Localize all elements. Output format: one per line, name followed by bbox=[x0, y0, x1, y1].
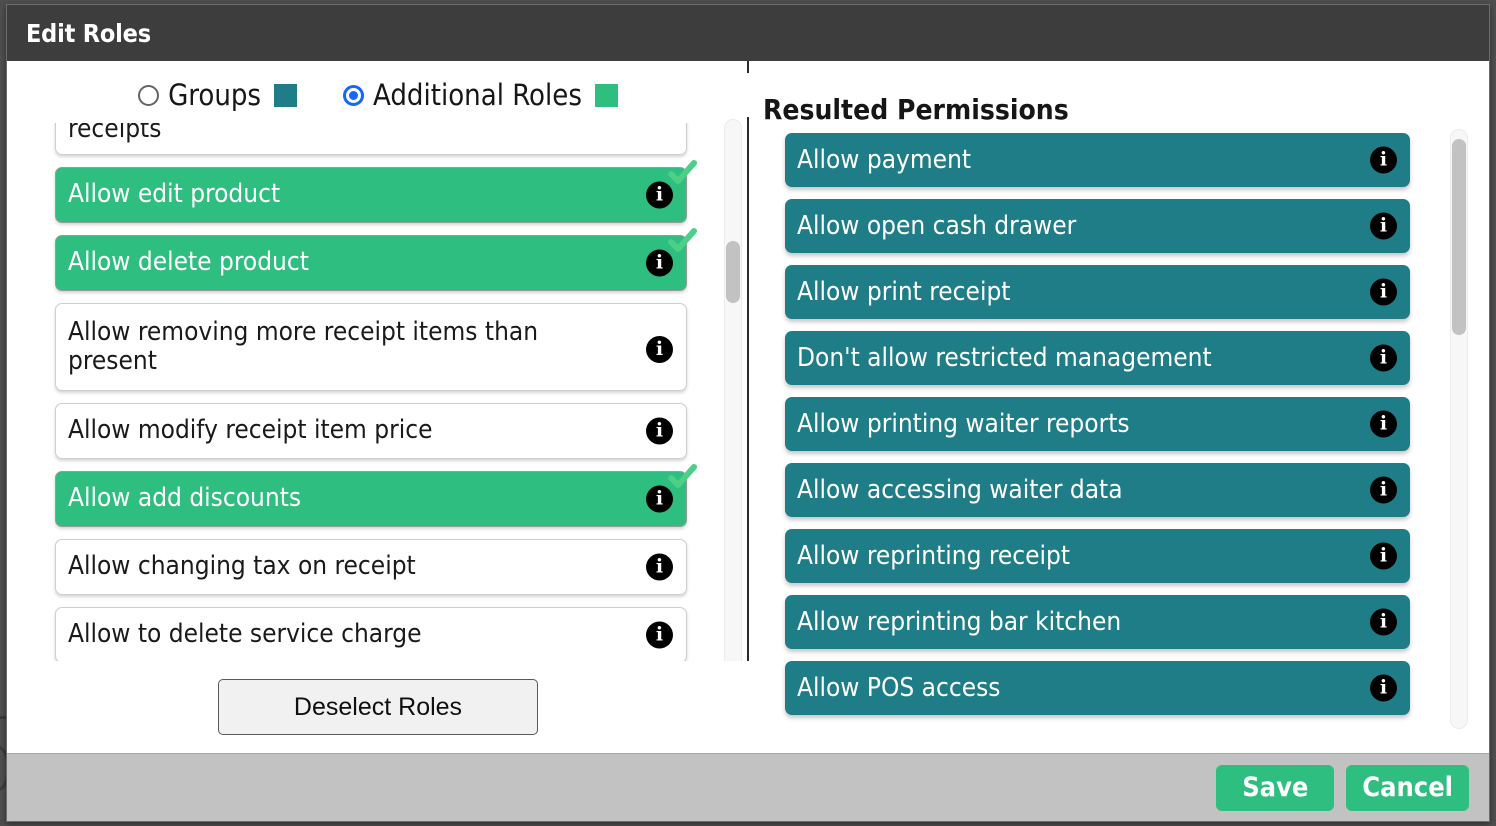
role-item[interactable]: receipts bbox=[55, 123, 687, 155]
info-icon[interactable]: i bbox=[646, 417, 673, 445]
additional-roles-color-swatch bbox=[594, 83, 618, 107]
role-item[interactable]: Allow delete product i bbox=[55, 228, 697, 291]
permission-item[interactable]: Allow print receipt i bbox=[785, 265, 1410, 319]
info-icon[interactable]: i bbox=[646, 485, 673, 513]
permission-item[interactable]: Allow printing waiter reports i bbox=[785, 397, 1410, 451]
info-icon[interactable]: i bbox=[1370, 476, 1397, 504]
role-label: receipts bbox=[68, 123, 162, 144]
info-icon[interactable]: i bbox=[1370, 146, 1397, 174]
role-label: Allow add discounts bbox=[68, 483, 302, 514]
roles-scrollbar-thumb[interactable] bbox=[726, 241, 740, 303]
radio-groups-icon[interactable] bbox=[138, 84, 160, 106]
permissions-list: Allow payment i Allow open cash drawer i… bbox=[749, 133, 1489, 727]
check-icon bbox=[668, 228, 697, 252]
deselect-roles-button[interactable]: Deselect Roles bbox=[218, 679, 538, 735]
permission-label: Allow reprinting receipt bbox=[797, 540, 1071, 571]
permission-item[interactable]: Allow reprinting bar kitchen i bbox=[785, 595, 1410, 649]
radio-groups-label: Groups bbox=[168, 77, 262, 112]
radio-additional-roles-label: Additional Roles bbox=[373, 77, 582, 112]
dialog-footer: Save Cancel bbox=[7, 753, 1489, 821]
mode-selector: Groups Additional Roles bbox=[7, 73, 749, 117]
info-icon[interactable]: i bbox=[646, 249, 673, 277]
role-label: Allow modify receipt item price bbox=[68, 415, 433, 446]
info-icon[interactable]: i bbox=[646, 621, 673, 649]
permission-label: Don't allow restricted management bbox=[797, 342, 1212, 373]
resulted-permissions-heading: Resulted Permissions bbox=[763, 93, 1069, 126]
info-icon[interactable]: i bbox=[1370, 344, 1397, 372]
dialog-body: Groups Additional Roles receipts Allow e… bbox=[7, 61, 1489, 753]
role-item[interactable]: Allow add discounts i bbox=[55, 464, 697, 527]
permission-label: Allow accessing waiter data bbox=[797, 474, 1123, 505]
info-icon[interactable]: i bbox=[1370, 212, 1397, 240]
info-icon[interactable]: i bbox=[1370, 278, 1397, 306]
radio-additional-roles-icon[interactable] bbox=[343, 84, 365, 106]
groups-color-swatch bbox=[274, 83, 298, 107]
permissions-scroll-viewport: Allow payment i Allow open cash drawer i… bbox=[749, 133, 1489, 727]
role-label: Allow removing more receipt items than p… bbox=[68, 316, 539, 376]
permission-label: Allow print receipt bbox=[797, 276, 1011, 307]
role-item[interactable]: Allow changing tax on receipt i bbox=[55, 539, 687, 595]
save-button[interactable]: Save bbox=[1216, 764, 1335, 811]
permission-label: Allow open cash drawer bbox=[797, 210, 1077, 241]
info-icon[interactable]: i bbox=[646, 336, 673, 363]
permission-label: Allow printing waiter reports bbox=[797, 408, 1130, 439]
permission-label: Allow payment bbox=[797, 144, 972, 175]
role-item[interactable]: Allow to delete service charge i bbox=[55, 607, 687, 663]
permissions-scrollbar-thumb[interactable] bbox=[1452, 139, 1466, 335]
edit-roles-dialog: Edit Roles Groups Additional Roles recei… bbox=[6, 4, 1490, 822]
radio-option-additional-roles[interactable]: Additional Roles bbox=[343, 77, 618, 112]
check-icon bbox=[668, 464, 697, 488]
info-icon[interactable]: i bbox=[1370, 674, 1397, 702]
permission-item[interactable]: Don't allow restricted management i bbox=[785, 331, 1410, 385]
info-icon[interactable]: i bbox=[1370, 410, 1397, 438]
permission-label: Allow reprinting bar kitchen bbox=[797, 606, 1122, 637]
dialog-titlebar: Edit Roles bbox=[7, 5, 1489, 61]
check-icon bbox=[668, 160, 697, 184]
role-item[interactable]: Allow edit product i bbox=[55, 160, 697, 223]
role-label: Allow to delete service charge bbox=[68, 619, 422, 650]
roles-scrollbar-track[interactable] bbox=[724, 119, 742, 711]
roles-panel: Groups Additional Roles receipts Allow e… bbox=[7, 61, 749, 753]
deselect-bar: Deselect Roles bbox=[7, 661, 749, 753]
cancel-button[interactable]: Cancel bbox=[1346, 764, 1469, 811]
permission-item[interactable]: Allow accessing waiter data i bbox=[785, 463, 1410, 517]
role-label: Allow delete product bbox=[68, 247, 309, 278]
dialog-title: Edit Roles bbox=[26, 18, 151, 48]
info-icon[interactable]: i bbox=[646, 553, 673, 581]
permission-item[interactable]: Allow open cash drawer i bbox=[785, 199, 1410, 253]
info-icon[interactable]: i bbox=[646, 181, 673, 209]
roles-list: receipts Allow edit product i Allow dele… bbox=[7, 123, 749, 675]
info-icon[interactable]: i bbox=[1370, 542, 1397, 570]
resulted-permissions-panel: Resulted Permissions Allow payment i All… bbox=[749, 61, 1489, 753]
radio-option-groups[interactable]: Groups bbox=[138, 77, 298, 112]
permission-label: Allow POS access bbox=[797, 672, 1001, 703]
role-label: Allow edit product bbox=[68, 179, 281, 210]
permission-item[interactable]: Allow POS access i bbox=[785, 661, 1410, 715]
info-icon[interactable]: i bbox=[1370, 608, 1397, 636]
permission-item[interactable]: Allow reprinting receipt i bbox=[785, 529, 1410, 583]
role-label: Allow changing tax on receipt bbox=[68, 551, 416, 582]
permission-item[interactable]: Allow payment i bbox=[785, 133, 1410, 187]
role-item[interactable]: Allow modify receipt item price i bbox=[55, 403, 687, 459]
roles-scroll-viewport: receipts Allow edit product i Allow dele… bbox=[7, 123, 749, 719]
role-item[interactable]: Allow removing more receipt items than p… bbox=[55, 303, 687, 391]
